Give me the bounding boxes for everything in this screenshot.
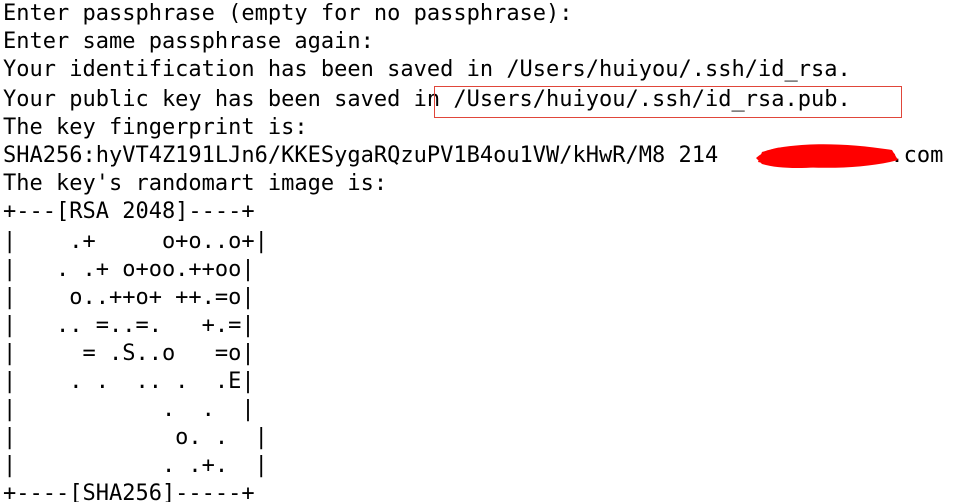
- redaction-scribble: [756, 144, 898, 168]
- randomart-line: | . .+. |: [3, 453, 268, 478]
- terminal-line: Your identification has been saved in /U…: [3, 57, 851, 82]
- randomart-line: | = .S..o =o|: [3, 341, 255, 366]
- terminal-line: Enter passphrase (empty for no passphras…: [3, 1, 573, 26]
- terminal-line: Enter same passphrase again:: [3, 29, 374, 54]
- randomart-line: +---[RSA 2048]----+: [3, 199, 255, 224]
- terminal-line: The key fingerprint is:: [3, 115, 308, 140]
- randomart-line: | .+ o+o..o+|: [3, 229, 268, 254]
- randomart-line: | o. . |: [3, 425, 268, 450]
- randomart-line: | .. =..=. +.=|: [3, 313, 255, 338]
- terminal-line: The key's randomart image is:: [3, 171, 388, 196]
- randomart-line: | . .+ o+oo.++oo|: [3, 257, 255, 282]
- randomart-line: | . . |: [3, 397, 255, 422]
- terminal-window[interactable]: Enter passphrase (empty for no passphras…: [0, 0, 974, 502]
- randomart-line: | o..++o+ ++.=o|: [3, 285, 255, 310]
- randomart-line: | . . .. . .E|: [3, 369, 255, 394]
- randomart-line: +----[SHA256]-----+: [3, 481, 255, 502]
- highlight-annotation-box: [434, 86, 902, 118]
